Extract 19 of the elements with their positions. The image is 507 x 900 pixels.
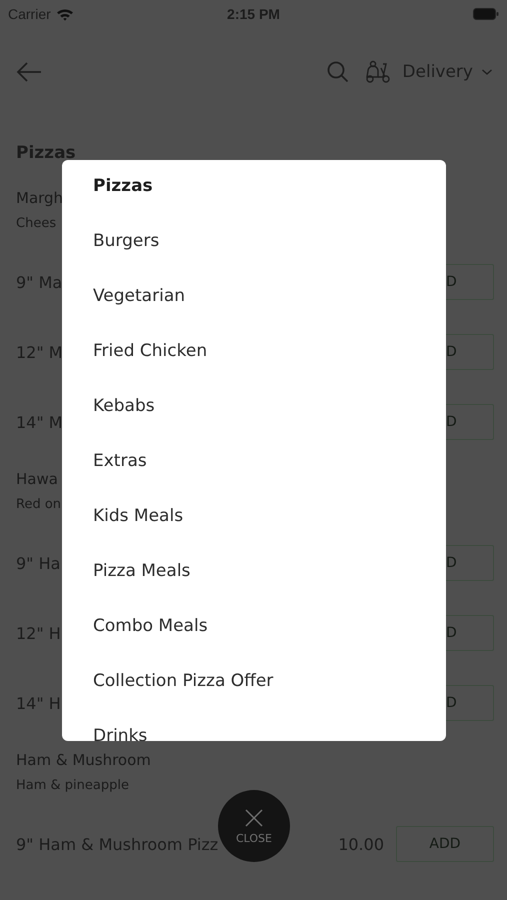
close-button[interactable]: CLOSE [218,790,290,862]
category-item[interactable]: Collection Pizza Offer [62,667,274,722]
battery-icon [473,8,499,20]
category-item[interactable]: Extras [62,447,147,502]
scooter-icon [364,60,392,84]
category-item[interactable]: Drinks [62,722,148,741]
category-item[interactable]: Kids Meals [62,502,184,557]
category-item[interactable]: Burgers [62,227,160,282]
category-item[interactable]: Pizza Meals [62,557,190,612]
category-item[interactable]: Fried Chicken [62,337,208,392]
wifi-icon [56,8,74,20]
category-item[interactable]: Combo Meals [62,612,208,667]
back-arrow-icon[interactable] [16,62,42,82]
category-item[interactable]: Pizzas [62,172,153,227]
chevron-down-icon [481,68,493,76]
close-icon [244,808,264,828]
category-item[interactable]: Kebabs [62,392,155,447]
search-icon[interactable] [327,61,350,83]
category-item[interactable]: Vegetarian [62,282,186,337]
